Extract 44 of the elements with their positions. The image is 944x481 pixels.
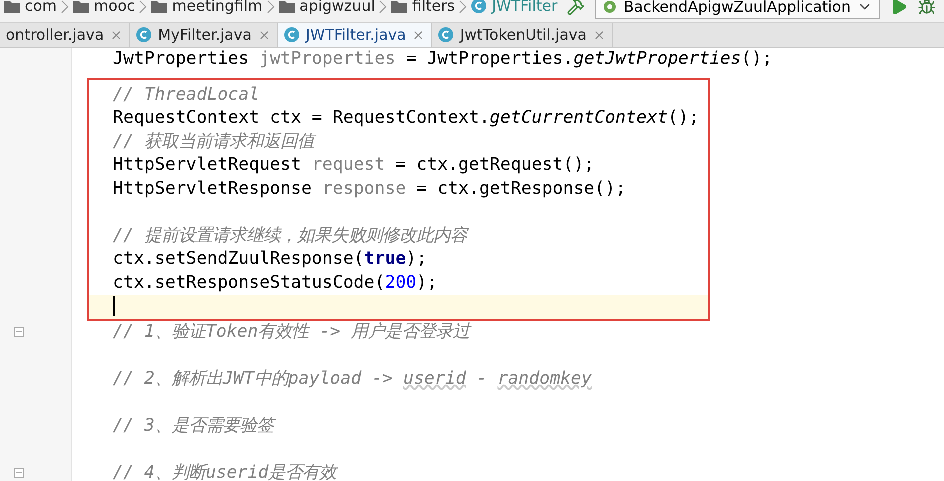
chevron-right-icon [139,0,148,14]
folder-icon [278,0,295,12]
close-icon[interactable] [110,28,124,42]
close-icon[interactable] [258,28,271,42]
folder-icon [391,0,408,12]
folder-icon [151,0,168,12]
code-line: HttpServletResponse response = ctx.getResponse(); [113,178,628,200]
code-line: RequestContext ctx = RequestContext.getCurrentContext(); [113,107,700,130]
code-line: ctx.setSendZuulResponse(true); [113,248,428,271]
chevron-right-icon [266,0,275,14]
class-icon [284,27,300,43]
close-icon[interactable] [592,28,606,42]
code-line: // 获取当前请求和返回值 [113,130,708,154]
chevron-right-icon [61,0,70,14]
class-icon [471,0,488,14]
fold-marker-icon[interactable] [14,327,24,338]
class-icon [438,27,454,43]
run-configuration-dropdown[interactable]: BackendApigwZuulApplication [594,0,880,19]
code-line: // 3、是否需要验签 [72,414,274,438]
run-icon[interactable] [890,0,908,16]
code-line: // 4、判断userid是否有效 [112,462,337,481]
text-cursor [113,296,115,316]
code-line: // 1、验证Token有效性 -> 用户是否登录过 [112,320,470,344]
editor-tab[interactable]: JwtTokenUtil.java [432,23,613,47]
chevron-right-icon [379,0,388,14]
bug-icon[interactable] [918,0,936,16]
folder-icon [4,0,20,12]
breadcrumb-item[interactable]: mooc [69,0,140,13]
hammer-icon[interactable] [566,0,585,16]
code-line: // 2、解析出JWT中的payload -> userid - randomkey [112,368,592,390]
editor-tab[interactable]: ontroller.java [0,23,130,47]
editor-tab[interactable]: JWTFilter.java [278,23,432,47]
breadcrumb-item[interactable]: com [0,0,62,13]
folder-icon [73,0,90,12]
editor-tab[interactable]: MyFilter.java [130,23,278,47]
code-line: JwtProperties jwtProperties = JwtProperties.getJwtProperties(); [112,48,773,71]
code-line: HttpServletRequest request = ctx.getRequest(); [113,154,596,177]
chevron-right-icon [459,0,468,14]
code-line: ctx.setResponseStatusCode(200); [113,272,439,294]
class-icon [136,27,152,43]
close-icon[interactable] [412,28,426,42]
fold-marker-icon[interactable] [14,468,24,478]
code-line: // ThreadLocal [113,84,261,106]
code-line: // 提前设置请求继续，如果失败则修改此内容 [113,224,470,248]
